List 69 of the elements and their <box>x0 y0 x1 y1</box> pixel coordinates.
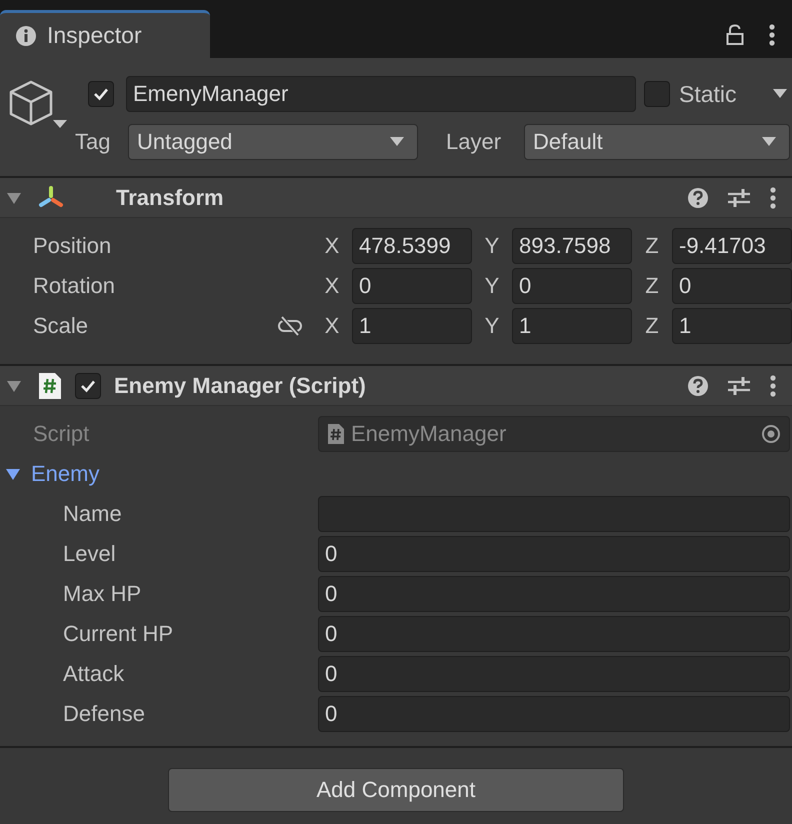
info-icon <box>15 24 37 46</box>
property-label: Scale <box>32 313 90 339</box>
property-label: Defense <box>62 701 146 727</box>
axis-label: X <box>324 273 340 299</box>
unlinked-chain-icon[interactable] <box>277 316 303 336</box>
axis-label: Y <box>484 313 500 339</box>
inspector-tab[interactable]: Inspector <box>0 10 210 58</box>
number-field[interactable]: 893.7598 <box>512 228 632 264</box>
help-icon[interactable] <box>687 186 709 208</box>
axis-label: Y <box>484 233 500 259</box>
input-field[interactable] <box>318 496 790 532</box>
number-field[interactable]: -9.41703 <box>672 228 792 264</box>
axis-label: Z <box>644 273 660 299</box>
tag-label: Tag <box>75 129 112 155</box>
component-header[interactable]: Transform <box>0 178 792 218</box>
axis-label: X <box>324 313 340 339</box>
foldout[interactable]: Enemy <box>0 461 100 487</box>
number-field[interactable]: 1 <box>352 308 472 344</box>
axis-label: Z <box>644 233 660 259</box>
add-component-button[interactable]: Add Component <box>168 768 624 812</box>
sliders-icon[interactable] <box>727 374 751 396</box>
number-field[interactable]: 0 <box>672 268 792 304</box>
lock-icon[interactable] <box>726 24 744 46</box>
active-checkbox[interactable] <box>88 81 114 107</box>
property-label: Level <box>62 541 117 567</box>
input-field[interactable]: 0 <box>318 696 790 732</box>
number-field[interactable]: 478.5399 <box>352 228 472 264</box>
dropdown-icon[interactable] <box>772 88 788 100</box>
script-icon <box>38 372 62 400</box>
property-label: Attack <box>62 661 126 687</box>
layer-dropdown[interactable]: Default <box>524 124 790 160</box>
static-label: Static <box>679 80 737 108</box>
target-icon[interactable] <box>761 424 781 444</box>
number-field[interactable]: 1 <box>512 308 632 344</box>
axis-label: X <box>324 233 340 259</box>
name-field[interactable]: EmenyManager <box>126 76 636 112</box>
layer-label: Layer <box>446 129 502 155</box>
axis-label: Z <box>644 313 660 339</box>
more-icon[interactable] <box>769 374 777 396</box>
input-field[interactable]: 0 <box>318 536 790 572</box>
object-field[interactable]: EnemyManager <box>318 416 790 452</box>
component-header[interactable]: Enemy Manager (Script) <box>0 366 792 406</box>
property-label: Name <box>62 501 123 527</box>
number-field[interactable]: 0 <box>512 268 632 304</box>
help-icon[interactable] <box>687 374 709 396</box>
property-label: Rotation <box>32 273 116 299</box>
tag-dropdown[interactable]: Untagged <box>128 124 418 160</box>
input-field[interactable]: 0 <box>318 616 790 652</box>
number-field[interactable]: 0 <box>352 268 472 304</box>
more-icon[interactable] <box>768 24 776 46</box>
caret-icon <box>5 466 21 482</box>
enabled-checkbox[interactable] <box>75 372 101 398</box>
property-label: Current HP <box>62 621 174 647</box>
sliders-icon[interactable] <box>727 186 751 208</box>
number-field[interactable]: 1 <box>672 308 792 344</box>
property-label: Script <box>32 421 90 447</box>
caret-icon <box>389 136 405 148</box>
input-field[interactable]: 0 <box>318 576 790 612</box>
component-title: Transform <box>116 184 224 210</box>
transform-icon <box>38 186 64 210</box>
static-checkbox[interactable] <box>644 81 670 107</box>
property-label: Position <box>32 233 112 259</box>
script-icon <box>327 423 345 445</box>
property-label: Max HP <box>62 581 142 607</box>
input-field[interactable]: 0 <box>318 656 790 692</box>
axis-label: Y <box>484 273 500 299</box>
more-icon[interactable] <box>769 186 777 208</box>
component-title: Enemy Manager (Script) <box>114 372 366 398</box>
caret-icon <box>761 136 777 148</box>
